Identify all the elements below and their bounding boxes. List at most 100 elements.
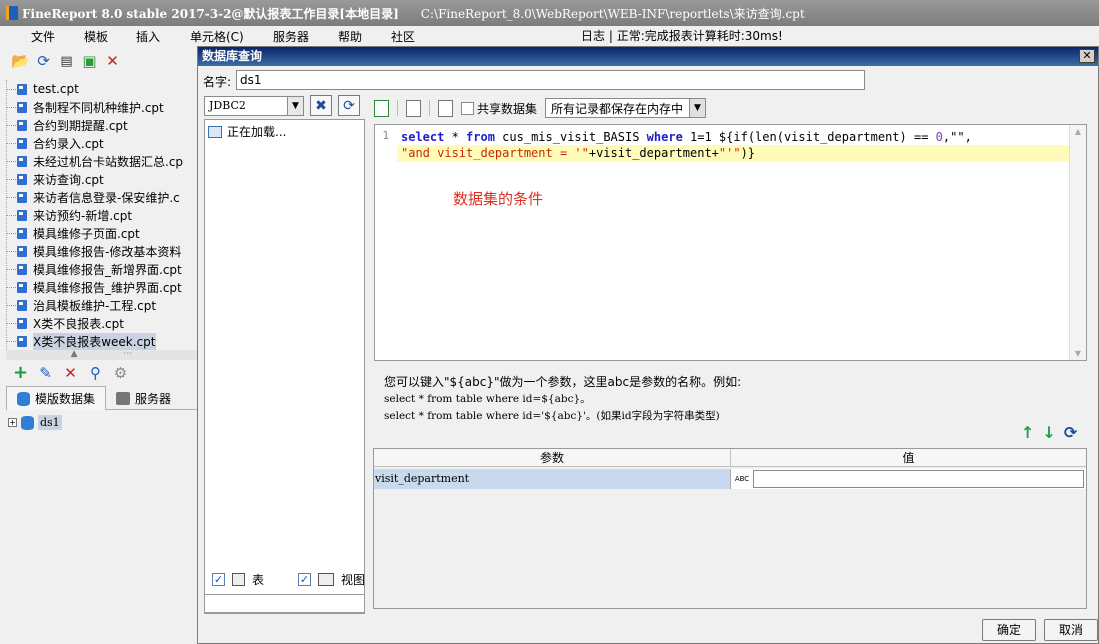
cpt-file-icon: [17, 317, 27, 329]
delete-icon[interactable]: ✕: [104, 53, 121, 70]
properties-icon[interactable]: ▤: [58, 53, 75, 70]
new-template-icon[interactable]: ▣: [81, 53, 98, 70]
hint-line-1: 您可以键入"${abc}"做为一个参数，这里abc是参数的名称。例如:: [384, 375, 742, 389]
column-header-value: 值: [902, 451, 915, 465]
new-page-icon[interactable]: [406, 99, 421, 117]
menu-help[interactable]: 帮助: [338, 28, 362, 45]
file-item[interactable]: 合约到期提醒.cpt: [7, 116, 197, 134]
view-label: 视图: [341, 573, 366, 587]
file-item[interactable]: 治具模板维护-工程.cpt: [7, 296, 197, 314]
table-list-panel: 正在加载...: [204, 119, 365, 614]
cpt-file-icon: [17, 119, 27, 131]
panel-splitter[interactable]: ▲ ⋯: [6, 350, 197, 360]
cpt-file-icon: [17, 299, 27, 311]
parameter-table: 参数 值 visit_department ABC: [373, 448, 1087, 609]
file-item[interactable]: 各制程不同机种维护.cpt: [7, 98, 197, 116]
menu-community[interactable]: 社区: [391, 28, 415, 45]
hint-line-2: select * from table where id=${abc}。: [384, 393, 591, 405]
tab-template-datasets[interactable]: 模版数据集: [6, 386, 107, 410]
cancel-button[interactable]: 取消: [1044, 619, 1098, 641]
view-checkbox[interactable]: ✓: [298, 573, 312, 586]
sql-toolbar: 共享数据集 所有记录都保存在内存中 ▼: [374, 97, 707, 119]
cpt-file-icon: [17, 227, 27, 239]
editor-annotation: 数据集的条件: [453, 190, 544, 208]
chevron-down-icon: ▼: [287, 97, 303, 115]
file-item[interactable]: 模具维修报告_维护界面.cpt: [7, 278, 197, 296]
file-item[interactable]: 模具维修报告_新增界面.cpt: [7, 260, 197, 278]
file-item[interactable]: X类不良报表.cpt: [7, 314, 197, 332]
view-icon: [318, 573, 335, 586]
edit-icon[interactable]: ✎: [37, 365, 54, 382]
file-item[interactable]: 来访查询.cpt: [7, 170, 197, 188]
document-icon[interactable]: [438, 99, 453, 117]
menu-template[interactable]: 模板: [84, 28, 108, 45]
share-dataset-option[interactable]: 共享数据集: [461, 100, 537, 117]
refresh-icon[interactable]: ⟳: [35, 53, 52, 70]
window-title: FineReport 8.0 stable 2017-3-2@默认报表工作目录[…: [22, 6, 399, 21]
menu-file[interactable]: 文件: [31, 28, 55, 45]
file-item[interactable]: 模具维修子页面.cpt: [7, 224, 197, 242]
chevron-down-icon: ▼: [689, 99, 706, 117]
close-icon[interactable]: ✕: [1079, 49, 1095, 63]
dataset-name: ds1: [38, 415, 62, 430]
menu-cell[interactable]: 单元格(C): [190, 28, 244, 45]
menu-insert[interactable]: 插入: [136, 28, 160, 45]
loading-item: 正在加载...: [208, 123, 286, 140]
hint-line-3: select * from table where id='${abc}'。(如…: [384, 410, 720, 422]
parameter-value-input[interactable]: [753, 470, 1084, 488]
status-area: 日志 | 正常:完成报表计算耗时:30ms!: [581, 29, 783, 43]
dataset-node[interactable]: + ds1: [8, 415, 62, 430]
parameter-hint: 您可以键入"${abc}"做为一个参数，这里abc是参数的名称。例如: sele…: [384, 374, 741, 425]
refresh-connection-icon[interactable]: ⟳: [338, 95, 360, 116]
table-view-options: ✓ 表 ✓ 视图: [212, 571, 365, 588]
connection-select[interactable]: JDBC2 ▼: [204, 96, 304, 116]
file-tree: test.cpt 各制程不同机种维护.cpt 合约到期提醒.cpt 合约录入.c…: [6, 80, 197, 354]
editor-scrollbar[interactable]: ▲ ▼: [1069, 125, 1086, 360]
move-up-icon[interactable]: ↑: [1021, 423, 1034, 442]
refresh-params-icon[interactable]: ⟳: [1064, 423, 1077, 442]
table-search-input[interactable]: [204, 594, 365, 613]
column-header-param: 参数: [374, 449, 731, 466]
app-logo-icon: [6, 6, 18, 20]
memory-mode-select[interactable]: 所有记录都保存在内存中 ▼: [545, 98, 707, 118]
expand-icon[interactable]: +: [8, 418, 17, 427]
database-query-dialog: 数据库查询 ✕ 名字: ds1 JDBC2 ▼ ✖ ⟳ 正在加载... ✓ 表 ✓…: [197, 46, 1099, 644]
preview-icon[interactable]: ⚲: [87, 365, 104, 382]
line-numbers: 1: [382, 129, 390, 142]
parameter-toolbar: ↑ ↓ ⟳: [1021, 423, 1077, 442]
parameter-row[interactable]: visit_department ABC: [374, 469, 1086, 489]
file-item[interactable]: test.cpt: [7, 80, 197, 98]
share-checkbox[interactable]: [461, 101, 474, 115]
dataset-tabs: 模版数据集 服务器: [6, 386, 197, 410]
menu-server[interactable]: 服务器: [273, 28, 309, 45]
sql-line-2: "and visit_department = '"+visit_departm…: [401, 146, 756, 160]
cpt-file-icon: [17, 101, 27, 113]
ok-button[interactable]: 确定: [982, 619, 1036, 641]
sql-editor[interactable]: 1 select * from cus_mis_visit_BASIS wher…: [374, 124, 1087, 361]
file-item-selected[interactable]: X类不良报表week.cpt: [7, 332, 197, 350]
cpt-file-icon: [17, 281, 27, 293]
connection-settings-icon[interactable]: ✖: [310, 95, 332, 116]
database-icon: [17, 391, 30, 406]
table-checkbox[interactable]: ✓: [212, 573, 225, 586]
window-file-path: C:\FineReport_8.0\WebReport\WEB-INF\repo…: [420, 6, 805, 21]
file-item[interactable]: 未经过机台卡站数据汇总.cp: [7, 152, 197, 170]
dataset-name-input[interactable]: ds1: [236, 70, 865, 90]
preview-data-icon[interactable]: [374, 99, 389, 117]
file-item[interactable]: 模具维修报告-修改基本资料: [7, 242, 197, 260]
file-item[interactable]: 来访者信息登录-保安维护.c: [7, 188, 197, 206]
open-folder-icon[interactable]: 📂: [11, 53, 30, 70]
cpt-file-icon: [17, 137, 27, 149]
dataset-settings-icon[interactable]: ⚙: [112, 365, 129, 382]
cpt-file-icon: [17, 335, 27, 347]
cpt-file-icon: [17, 173, 27, 185]
cpt-file-icon: [17, 191, 27, 203]
file-item[interactable]: 来访预约-新增.cpt: [7, 206, 197, 224]
move-down-icon[interactable]: ↓: [1042, 423, 1055, 442]
file-item[interactable]: 合约录入.cpt: [7, 134, 197, 152]
tab-server-datasets[interactable]: 服务器: [106, 386, 181, 410]
value-type-icon[interactable]: ABC: [731, 475, 753, 483]
delete-dataset-icon[interactable]: ✕: [62, 365, 79, 382]
add-dataset-icon[interactable]: +: [12, 364, 29, 382]
log-link[interactable]: 日志: [581, 29, 605, 43]
